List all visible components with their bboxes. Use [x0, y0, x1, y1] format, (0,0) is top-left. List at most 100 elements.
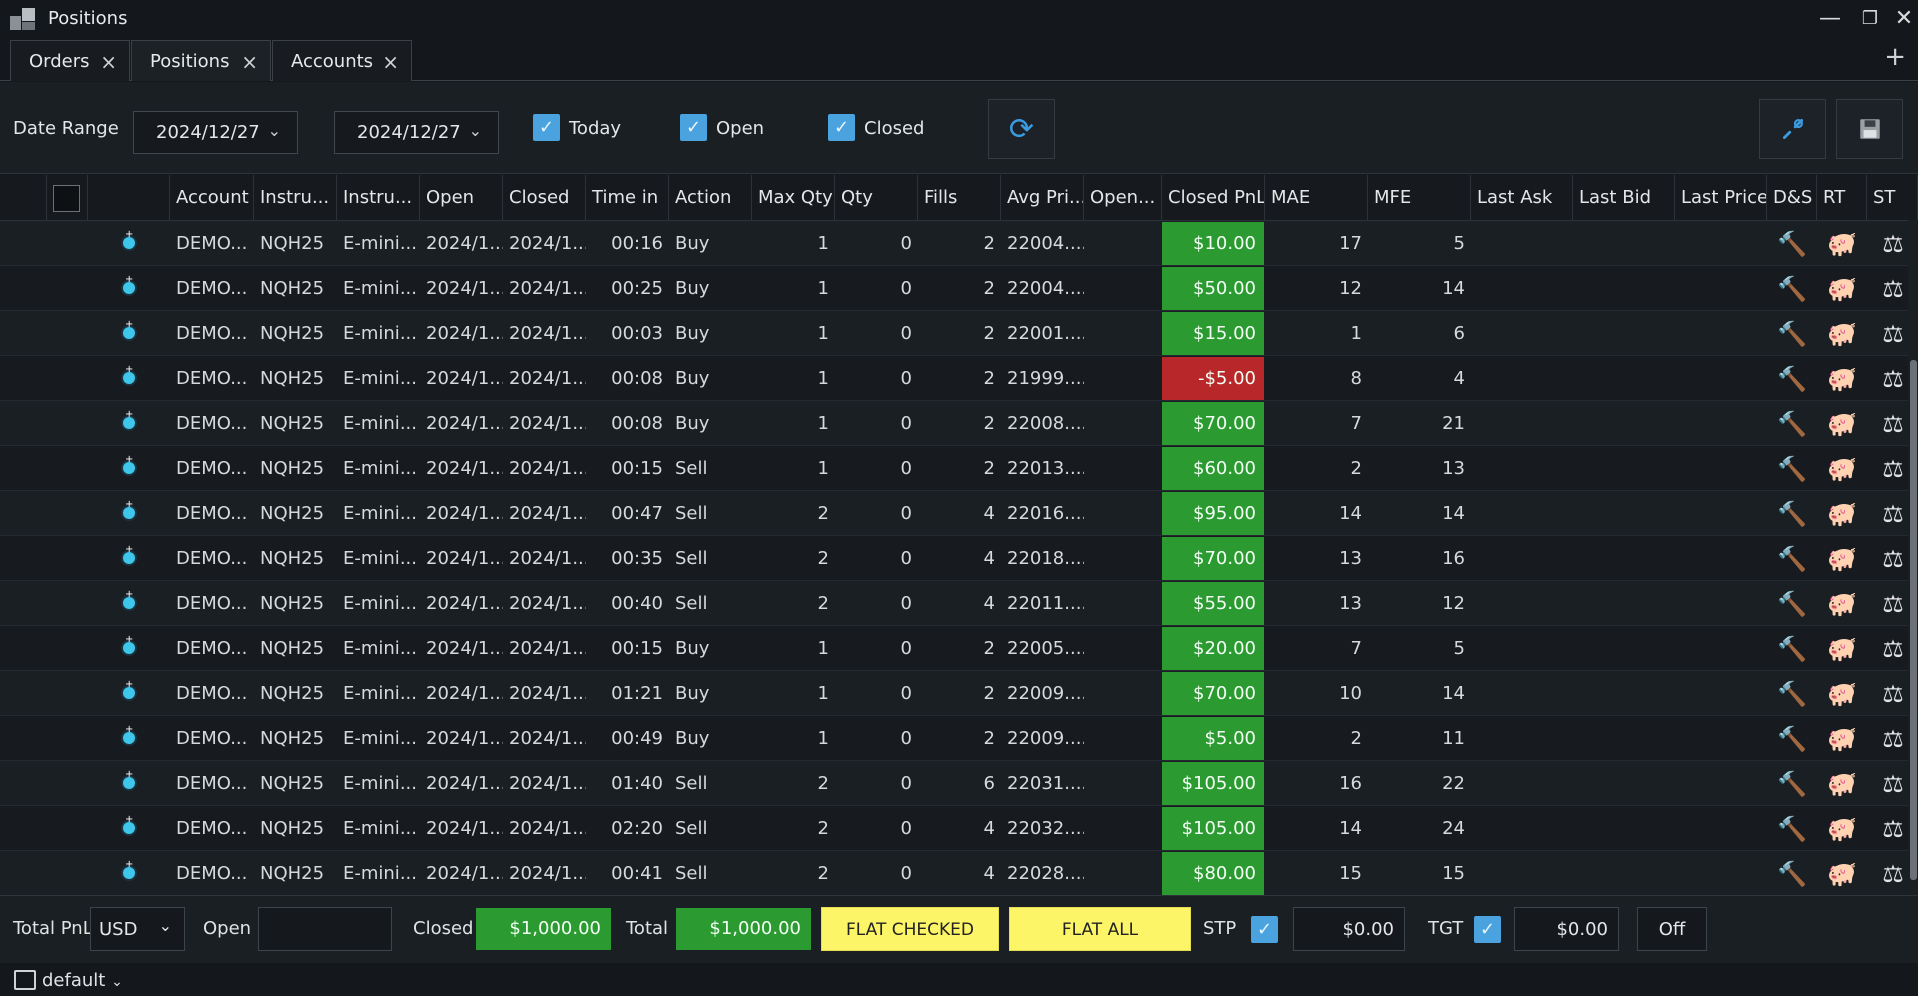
table-row[interactable]: DEMO... NQH25 E-mini... 2024/1... 2024/1... 0… [0, 491, 1918, 536]
col-avg-price[interactable]: Avg Pri... [1001, 175, 1084, 221]
expand-row-icon[interactable] [123, 679, 135, 699]
open-checkbox[interactable]: ✓ [680, 114, 707, 141]
col-open[interactable]: Open [420, 175, 503, 221]
scale-icon[interactable]: ⚖ [1876, 453, 1910, 485]
refresh-button[interactable]: ⟳ [988, 99, 1055, 159]
tab-accounts[interactable]: Accounts × [272, 40, 412, 81]
select-all-checkbox[interactable] [53, 185, 80, 212]
gavel-icon[interactable]: 🔨 [1775, 678, 1809, 710]
gavel-icon[interactable]: 🔨 [1775, 768, 1809, 800]
col-last-bid[interactable]: Last Bid [1573, 175, 1675, 221]
table-row[interactable]: DEMO... NQH25 E-mini... 2024/1... 2024/1... 0… [0, 401, 1918, 446]
off-toggle-button[interactable]: Off [1637, 907, 1707, 951]
tab-positions[interactable]: Positions × [131, 40, 271, 81]
col-fills[interactable]: Fills [918, 175, 1001, 221]
expand-row-icon[interactable] [123, 814, 135, 834]
gavel-icon[interactable]: 🔨 [1775, 363, 1809, 395]
piggy-icon[interactable]: 🐖 [1825, 723, 1859, 755]
col-rt[interactable]: RT [1817, 175, 1867, 221]
expand-row-icon[interactable] [123, 589, 135, 609]
expand-row-icon[interactable] [123, 274, 135, 294]
closed-checkbox[interactable]: ✓ [828, 114, 855, 141]
scale-icon[interactable]: ⚖ [1876, 318, 1910, 350]
expand-row-icon[interactable] [123, 544, 135, 564]
gavel-icon[interactable]: 🔨 [1775, 498, 1809, 530]
gavel-icon[interactable]: 🔨 [1775, 813, 1809, 845]
piggy-icon[interactable]: 🐖 [1825, 408, 1859, 440]
table-row[interactable]: DEMO... NQH25 E-mini... 2024/1... 2024/1... 0… [0, 761, 1918, 806]
scale-icon[interactable]: ⚖ [1876, 813, 1910, 845]
date-from-picker[interactable]: 2024/12/27 ⌄ [133, 111, 298, 154]
scale-icon[interactable]: ⚖ [1876, 633, 1910, 665]
piggy-icon[interactable]: 🐖 [1825, 228, 1859, 260]
flat-all-button[interactable]: FLAT ALL [1009, 907, 1191, 951]
table-row[interactable]: DEMO... NQH25 E-mini... 2024/1... 2024/1... 0… [0, 311, 1918, 356]
tgt-checkbox[interactable]: ✓ [1474, 916, 1501, 943]
col-qty[interactable]: Qty [835, 175, 918, 221]
expand-row-icon[interactable] [123, 769, 135, 789]
table-row[interactable]: DEMO... NQH25 E-mini... 2024/1... 2024/1... 0… [0, 221, 1918, 266]
col-max-qty[interactable]: Max Qty [752, 175, 835, 221]
expand-row-icon[interactable] [123, 634, 135, 654]
table-row[interactable]: DEMO... NQH25 E-mini... 2024/1... 2024/1... 0… [0, 356, 1918, 401]
col-mae[interactable]: MAE [1265, 175, 1368, 221]
col-last-ask[interactable]: Last Ask [1471, 175, 1573, 221]
expand-row-icon[interactable] [123, 319, 135, 339]
settings-button[interactable] [1759, 99, 1826, 159]
piggy-icon[interactable]: 🐖 [1825, 858, 1859, 890]
piggy-icon[interactable]: 🐖 [1825, 588, 1859, 620]
stp-checkbox[interactable]: ✓ [1251, 916, 1278, 943]
expand-row-icon[interactable] [123, 859, 135, 879]
add-tab-icon[interactable]: + [1884, 42, 1906, 72]
col-open-pnl[interactable]: Open... [1084, 175, 1162, 221]
scale-icon[interactable]: ⚖ [1876, 588, 1910, 620]
gavel-icon[interactable]: 🔨 [1775, 633, 1809, 665]
scale-icon[interactable]: ⚖ [1876, 408, 1910, 440]
vertical-scrollbar[interactable] [1908, 220, 1918, 895]
scale-icon[interactable]: ⚖ [1876, 543, 1910, 575]
table-row[interactable]: DEMO... NQH25 E-mini... 2024/1... 2024/1... 0… [0, 581, 1918, 626]
workspace-selector[interactable]: default ⌄ [42, 970, 123, 991]
table-row[interactable]: DEMO... NQH25 E-mini... 2024/1... 2024/1... 0… [0, 446, 1918, 491]
piggy-icon[interactable]: 🐖 [1825, 363, 1859, 395]
stp-amount-input[interactable]: $0.00 [1293, 907, 1405, 951]
scale-icon[interactable]: ⚖ [1876, 273, 1910, 305]
table-row[interactable]: DEMO... NQH25 E-mini... 2024/1... 2024/1... 0… [0, 851, 1918, 895]
table-row[interactable]: DEMO... NQH25 E-mini... 2024/1... 2024/1... 0… [0, 266, 1918, 311]
save-button[interactable] [1836, 99, 1903, 159]
table-row[interactable]: DEMO... NQH25 E-mini... 2024/1... 2024/1... 0… [0, 716, 1918, 761]
today-checkbox[interactable]: ✓ [533, 114, 560, 141]
piggy-icon[interactable]: 🐖 [1825, 678, 1859, 710]
expand-row-icon[interactable] [123, 724, 135, 744]
close-tab-icon[interactable]: × [241, 50, 258, 74]
piggy-icon[interactable]: 🐖 [1825, 768, 1859, 800]
gavel-icon[interactable]: 🔨 [1775, 453, 1809, 485]
tab-orders[interactable]: Orders × [10, 40, 130, 81]
col-instrument[interactable]: Instru... [254, 175, 337, 221]
date-to-picker[interactable]: 2024/12/27 ⌄ [334, 111, 499, 154]
col-last-price[interactable]: Last Price [1675, 175, 1767, 221]
col-account[interactable]: Account [170, 175, 254, 221]
col-closed-pnl[interactable]: Closed PnL [1162, 175, 1265, 221]
col-time-in[interactable]: Time in [586, 175, 669, 221]
close-tab-icon[interactable]: × [382, 50, 399, 74]
piggy-icon[interactable]: 🐖 [1825, 318, 1859, 350]
gavel-icon[interactable]: 🔨 [1775, 408, 1809, 440]
gavel-icon[interactable]: 🔨 [1775, 723, 1809, 755]
expand-row-icon[interactable] [123, 454, 135, 474]
expand-row-icon[interactable] [123, 499, 135, 519]
gavel-icon[interactable]: 🔨 [1775, 228, 1809, 260]
scale-icon[interactable]: ⚖ [1876, 363, 1910, 395]
scale-icon[interactable]: ⚖ [1876, 768, 1910, 800]
col-action[interactable]: Action [669, 175, 752, 221]
table-row[interactable]: DEMO... NQH25 E-mini... 2024/1... 2024/1... 0… [0, 671, 1918, 716]
scale-icon[interactable]: ⚖ [1876, 858, 1910, 890]
scale-icon[interactable]: ⚖ [1876, 678, 1910, 710]
col-st[interactable]: ST [1867, 175, 1918, 221]
expand-row-icon[interactable] [123, 364, 135, 384]
table-row[interactable]: DEMO... NQH25 E-mini... 2024/1... 2024/1... 0… [0, 806, 1918, 851]
close-tab-icon[interactable]: × [100, 50, 117, 74]
scale-icon[interactable]: ⚖ [1876, 228, 1910, 260]
expand-row-icon[interactable] [123, 409, 135, 429]
flat-checked-button[interactable]: FLAT CHECKED [821, 907, 999, 951]
